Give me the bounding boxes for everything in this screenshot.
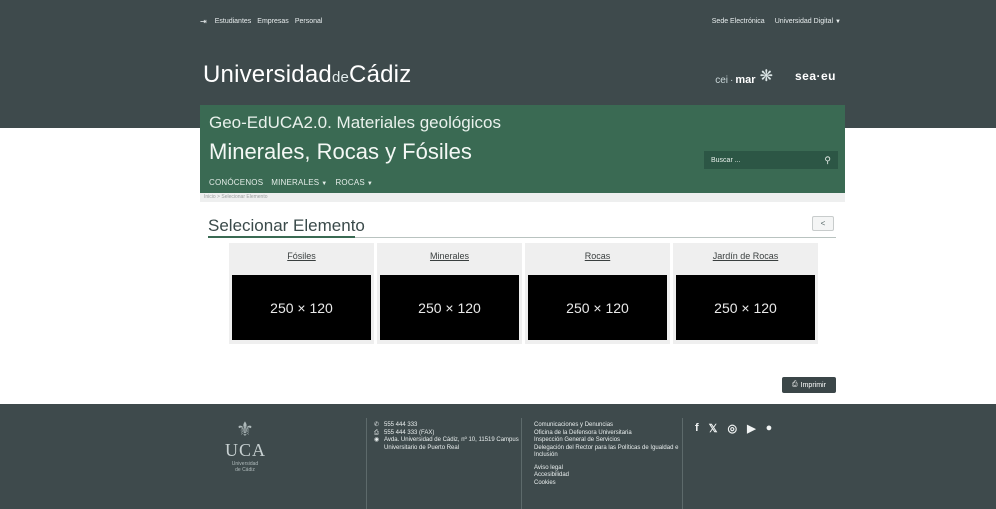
card-fosiles[interactable]: Fósiles 250 × 120 <box>229 243 374 344</box>
link-estudiantes[interactable]: Estudiantes <box>215 18 252 25</box>
link-sede-electronica[interactable]: Sede Electrónica <box>712 18 765 25</box>
print-button[interactable]: ⎙ Imprimir <box>782 377 836 393</box>
nav-rocas-label: ROCAS <box>335 178 365 187</box>
chevron-down-icon: ▼ <box>321 181 328 187</box>
footer-link-aviso-legal[interactable]: Aviso legal <box>534 465 684 473</box>
audience-links: ⇥ Estudiantes Empresas Personal <box>200 12 322 30</box>
ceimar-main: mar <box>735 74 756 86</box>
footer-divider <box>682 418 683 509</box>
uca-crest-icon: ⚜ <box>236 419 254 441</box>
link-empresas[interactable]: Empresas <box>257 18 289 25</box>
footer-link-accesibilidad[interactable]: Accesibilidad <box>534 472 684 480</box>
footer-link-cookies[interactable]: Cookies <box>534 480 684 488</box>
phone-icon: ✆ <box>374 422 380 428</box>
search-input[interactable] <box>711 156 811 164</box>
card-image-placeholder[interactable]: 250 × 120 <box>232 275 371 340</box>
phone-number[interactable]: 555 444 333 <box>384 422 417 430</box>
site-title[interactable]: Minerales, Rocas y Fósiles <box>209 139 472 165</box>
card-label[interactable]: Fósiles <box>229 251 374 261</box>
uca-sub2: de Cádiz <box>235 467 255 473</box>
login-icon[interactable]: ⇥ <box>200 17 207 26</box>
flickr-icon[interactable]: ● <box>766 422 773 435</box>
footer-link-igualdad[interactable]: Delegación del Rector para las Políticas… <box>534 445 684 460</box>
card-jardin-de-rocas[interactable]: Jardín de Rocas 250 × 120 <box>673 243 818 344</box>
footer-divider <box>366 418 367 509</box>
element-cards: Fósiles 250 × 120 Minerales 250 × 120 Ro… <box>229 243 818 344</box>
search-box: ⚲ <box>704 151 838 169</box>
facebook-icon[interactable]: f <box>695 422 699 435</box>
footer-divider <box>521 418 522 509</box>
nav-minerales-label: MINERALES <box>271 178 320 187</box>
social-links: f 𝕏 ◎ ▶ ● <box>695 422 772 435</box>
printer-icon: ⎙ <box>792 381 798 388</box>
main-nav: CONÓCENOS MINERALES ▼ ROCAS ▼ <box>209 178 373 187</box>
chevron-down-icon: ▼ <box>835 18 841 25</box>
footer-contact: ✆ 555 444 333 ⎙ 555 444 333 (FAX) ◉ Avda. U… <box>374 422 524 452</box>
site-subtitle: Geo-EdUCA2.0. Materiales geológicos <box>209 113 501 132</box>
university-logo[interactable]: UniversidaddeCádiz <box>203 61 411 89</box>
seaeu-logo[interactable]: sea·eu <box>795 69 836 83</box>
nav-conocenos[interactable]: CONÓCENOS <box>209 178 263 187</box>
ceimar-logo[interactable]: cei · mar ❋ <box>715 66 773 86</box>
address: Avda. Universidad de Cádiz, nº 10, 11519… <box>384 437 519 451</box>
card-image-placeholder[interactable]: 250 × 120 <box>676 275 815 340</box>
card-image-placeholder[interactable]: 250 × 120 <box>380 275 519 340</box>
card-label[interactable]: Rocas <box>525 251 670 261</box>
chevron-down-icon: ▼ <box>366 181 374 187</box>
site-footer: ⚜ UCA Universidad de Cádiz ✆ 555 444 333 … <box>0 404 996 509</box>
card-label[interactable]: Jardín de Rocas <box>673 251 818 261</box>
brand-part2: de <box>331 69 350 86</box>
share-icon: < <box>820 219 826 228</box>
youtube-icon[interactable]: ▶ <box>747 422 755 435</box>
card-label[interactable]: Minerales <box>377 251 522 261</box>
footer-link-defensora[interactable]: Oficina de la Defensora Universitaria <box>534 430 684 438</box>
title-accent <box>208 236 355 238</box>
link-universidad-digital[interactable]: Universidad Digital ▼ <box>775 18 841 25</box>
card-minerales[interactable]: Minerales 250 × 120 <box>377 243 522 344</box>
fax-number: 555 444 333 (FAX) <box>384 429 435 436</box>
nav-minerales[interactable]: MINERALES ▼ <box>271 178 327 187</box>
universidad-digital-label: Universidad Digital <box>774 17 834 25</box>
utility-links: Sede Electrónica Universidad Digital ▼ <box>712 12 841 30</box>
hero-banner: Geo-EdUCA2.0. Materiales geológicos Mine… <box>200 105 845 193</box>
breadcrumb[interactable]: Inicio > Selecionar Elemento <box>200 193 845 202</box>
brand-part1: Universidad <box>203 61 332 88</box>
page-title: Selecionar Elemento <box>208 216 365 235</box>
starfish-icon: ❋ <box>759 68 773 85</box>
nav-rocas[interactable]: ROCAS ▼ <box>335 178 373 187</box>
card-rocas[interactable]: Rocas 250 × 120 <box>525 243 670 344</box>
link-personal[interactable]: Personal <box>295 18 323 25</box>
x-icon[interactable]: 𝕏 <box>709 422 718 435</box>
print-label: Imprimir <box>800 381 826 389</box>
ceimar-dot: · <box>730 75 734 86</box>
instagram-icon[interactable]: ◎ <box>728 422 738 435</box>
partner-logos: cei · mar ❋ sea·eu <box>715 66 836 86</box>
card-image-placeholder[interactable]: 250 × 120 <box>528 275 667 340</box>
brand-part3: Cádiz <box>349 61 412 88</box>
fax-icon: ⎙ <box>374 429 379 436</box>
ceimar-prefix: cei <box>715 75 729 86</box>
uca-footer-logo[interactable]: ⚜ UCA Universidad de Cádiz <box>225 420 265 473</box>
search-icon[interactable]: ⚲ <box>824 155 831 166</box>
share-button[interactable]: < <box>812 216 834 231</box>
footer-link-comunicaciones[interactable]: Comunicaciones y Denuncias <box>534 422 684 430</box>
uca-wordmark: UCA <box>225 440 267 460</box>
footer-links: Comunicaciones y Denuncias Oficina de la… <box>534 422 684 487</box>
footer-link-inspeccion[interactable]: Inspección General de Servicios <box>534 437 684 445</box>
map-marker-icon: ◉ <box>374 437 380 443</box>
